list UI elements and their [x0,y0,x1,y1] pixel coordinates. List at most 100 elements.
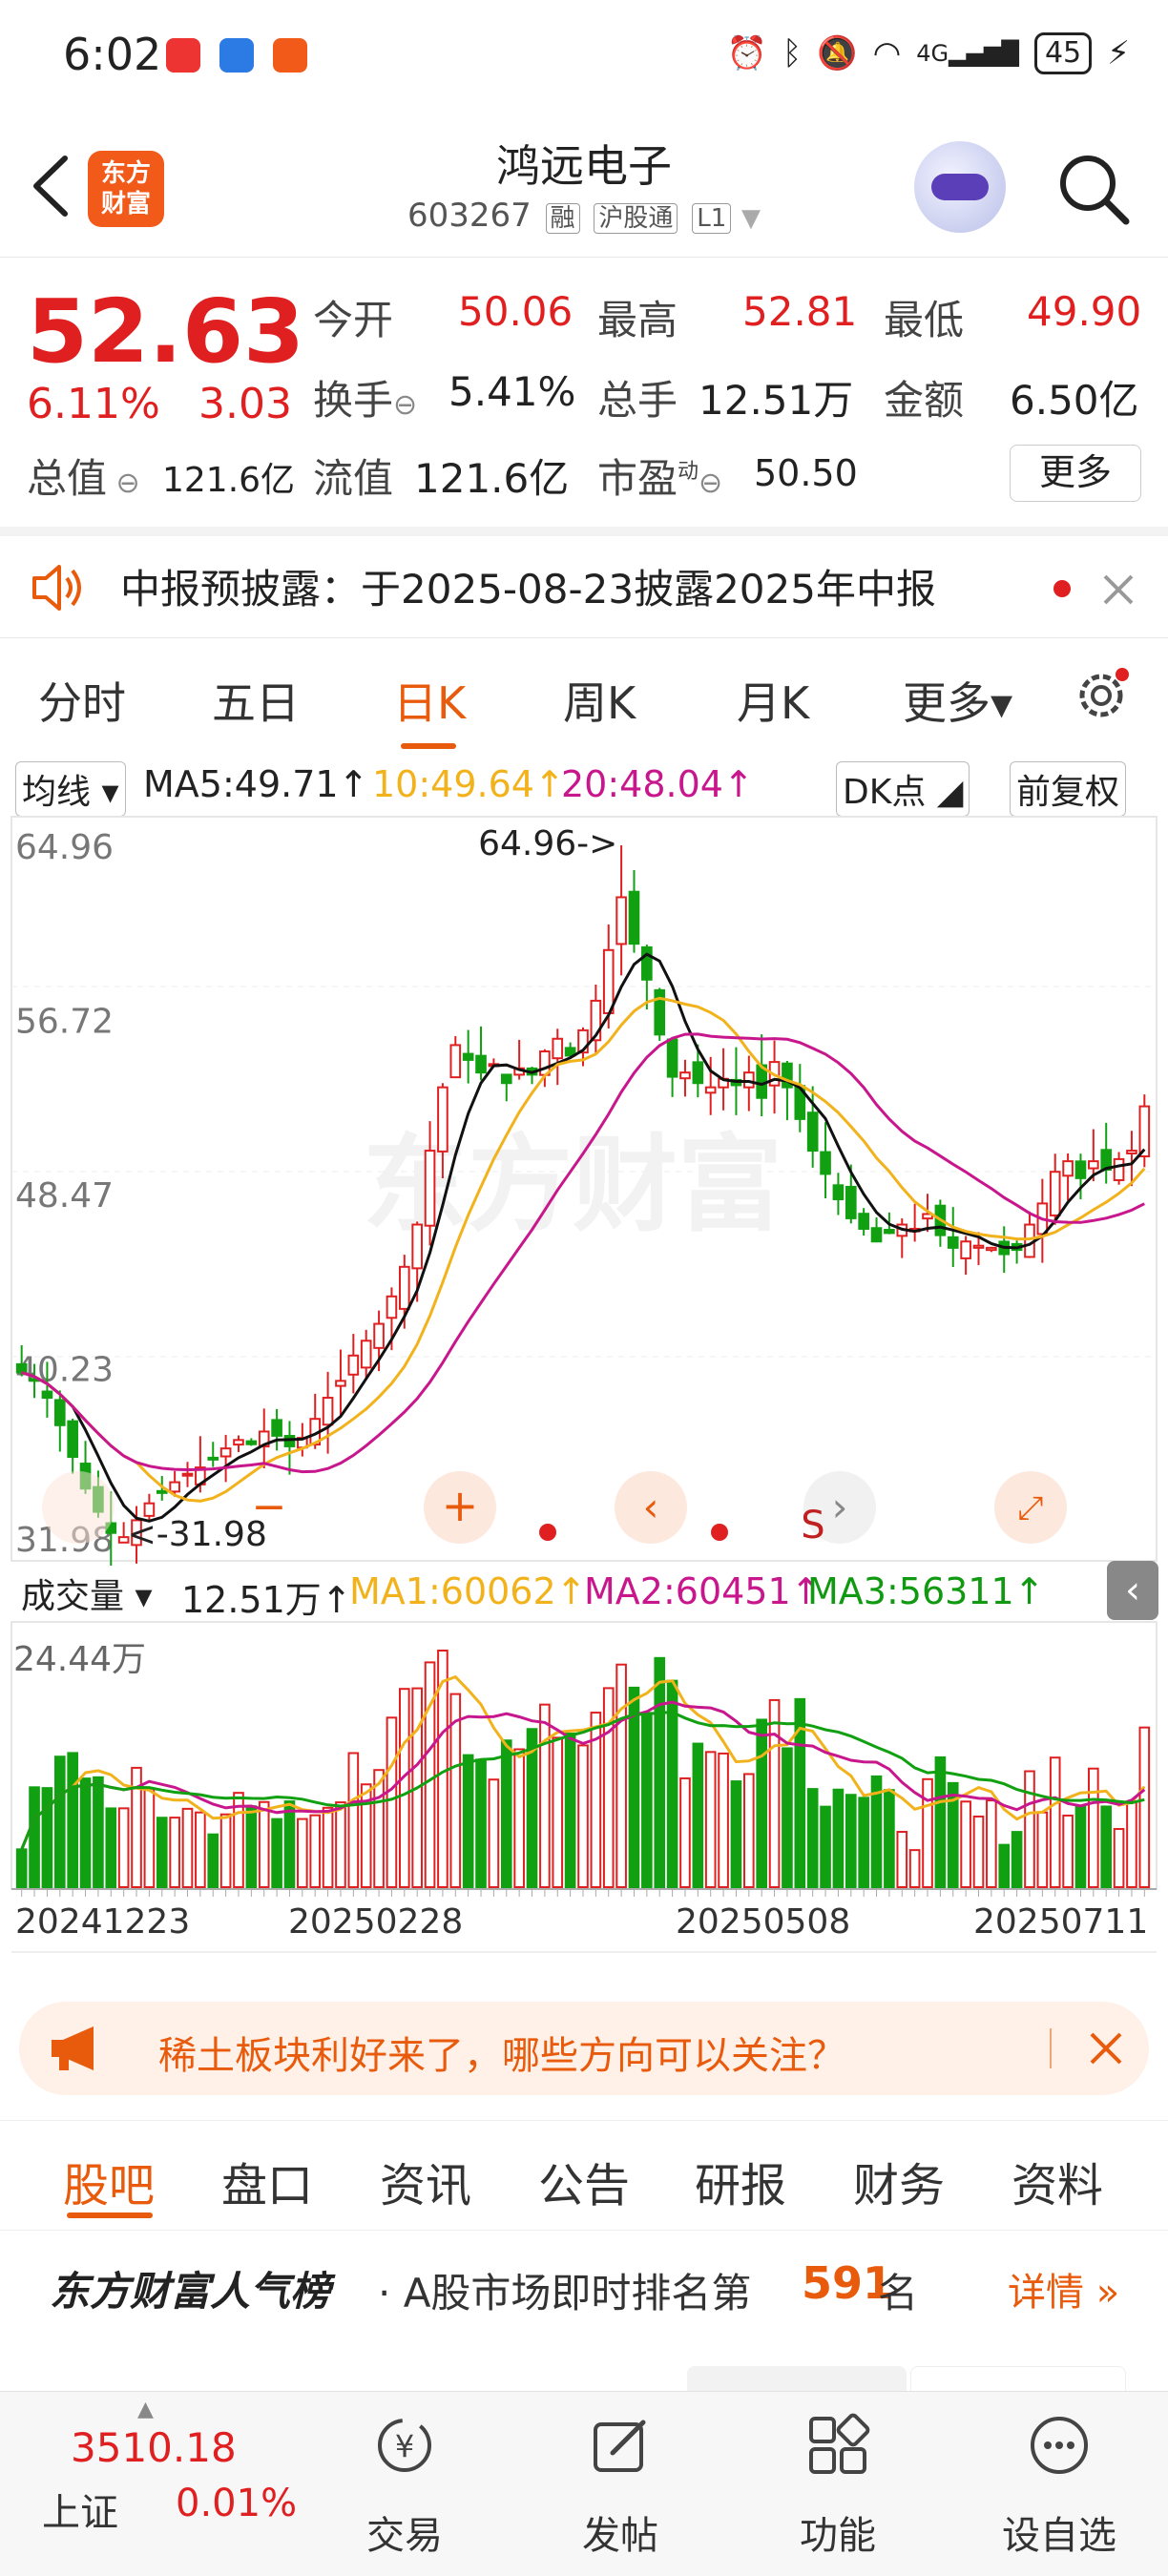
tab-five-day[interactable]: 五日 [212,669,300,732]
volume-bar-up [577,1744,589,1888]
volume-bar-up [896,1831,908,1889]
tab-profile[interactable]: 资料 [1012,2148,1103,2214]
chevron-right-icon: › [832,1484,848,1530]
candle-down [271,1419,282,1437]
stock-code: 603267 [407,197,532,235]
signal-dot [539,1524,556,1541]
candle-up [986,1246,997,1252]
volume-bar-up [322,1806,334,1889]
level-tag: L1 [692,203,732,234]
turnover-label: 换手⊖ [313,377,418,424]
tab-announcements[interactable]: 公告 [538,2148,630,2214]
volume-bar-up [1036,1811,1049,1889]
tab-news[interactable]: 资讯 [380,2148,471,2214]
notification-app-icon [166,38,200,73]
low-label: 最低 [884,297,965,343]
candle-up [1138,1105,1151,1158]
volume-indicator-bar: 成交量 ▾ 12.51万↑ MA1:60062↑ MA2:60451↑ MA3:… [0,1561,1168,1621]
volume-bar-down [105,1807,117,1888]
float-value: 121.6亿 [414,455,570,502]
content-tabs: 股吧 盘口 资讯 公告 研报 财务 资料 [0,2120,1168,2231]
candle-up [411,1223,423,1270]
volume-bar-down [654,1656,666,1888]
nav-functions[interactable]: 功能 [752,2392,924,2576]
candle-up [398,1265,410,1310]
promo-banner[interactable]: 稀土板块利好来了，哪些方向可以关注？ [19,2002,1149,2095]
volume-bar-down [858,1797,869,1889]
volume-bar-down [756,1718,768,1888]
tab-more[interactable]: 更多▾ [903,669,1012,732]
volume-bar-down [832,1788,845,1888]
tab-guba[interactable]: 股吧 [63,2148,155,2214]
rank-detail-link[interactable]: 详情 » [1008,2261,1119,2316]
volume-bar-up [181,1807,194,1889]
tab-pankou[interactable]: 盘口 [221,2148,313,2214]
close-icon[interactable] [1101,572,1136,607]
divider [1050,2028,1052,2068]
tab-intraday[interactable]: 分时 [38,669,126,732]
volume-bar-down [641,1712,653,1888]
kline-chart[interactable]: 东方财富 64.9656.7248.4740.2331.98 64.96-><-… [0,754,1168,1984]
volume-bar-up [513,1748,525,1889]
volume-bar-up [117,1807,130,1889]
sell-marker: S [801,1504,824,1548]
more-quote-button[interactable]: 更多 [1010,445,1141,502]
index-change: 0.01% [176,2482,298,2525]
settings-gear-icon[interactable] [1073,667,1130,724]
active-tab-underline [401,743,456,749]
candle-up [1113,1157,1125,1181]
tab-monthly-k[interactable]: 月K [737,669,809,732]
tab-finance[interactable]: 财务 [853,2148,945,2214]
mktcap-label: 总值 ⊖ [27,455,140,502]
candle-down [156,1489,168,1494]
y-axis-label: 56.72 [15,1002,114,1041]
notice-bar[interactable]: 中报预披露：于2025-08-23披露2025年中报 [0,527,1168,637]
nav-trade[interactable]: ¥ 交易 [319,2392,490,2576]
candle-down [245,1440,258,1445]
tab-daily-k[interactable]: 日K [393,669,466,732]
rank-brand: 东方财富人气榜 [50,2268,331,2315]
unread-dot [1053,580,1071,597]
candle-up [972,1244,985,1249]
popularity-rank-row[interactable]: 东方财富人气榜 · A股市场即时排名第 591 名 详情 » [0,2231,1168,2336]
tab-research[interactable]: 研报 [695,2148,786,2214]
y-axis-label: 64.96 [15,828,114,867]
mktcap-value: 121.6亿 [162,461,296,500]
vol-ma1: MA1:60062↑ [349,1570,587,1612]
candle-down [475,1054,487,1074]
status-time: 6:02 [63,29,162,80]
close-icon[interactable] [1088,2030,1124,2067]
candle-up [679,1071,691,1080]
candle-up [335,1380,346,1387]
tab-weekly-k[interactable]: 周K [563,669,636,732]
assistant-robot-icon[interactable] [914,141,1006,233]
more-dots-icon [1031,2417,1088,2474]
candle-down [53,1399,66,1426]
volume-bar-down [1011,1831,1023,1889]
bottom-navigation: 3510.18 上证 0.01% ▲ ¥ 交易 发帖 功能 设自选 [0,2391,1168,2576]
candle-up [143,1502,156,1517]
volume-bar-up [219,1813,232,1889]
rank-prefix: · A股市场即时排名第 [378,2270,752,2316]
zoom-out-left-button [42,1471,115,1544]
volume-bar-up [922,1777,933,1888]
chevron-up-icon: ▲ [137,2398,154,2421]
volume-indicator-select[interactable]: 成交量 ▾ [15,1567,158,1620]
edit-icon [594,2420,646,2472]
nav-post[interactable]: 发帖 [534,2392,706,2576]
index-value: 3510.18 [71,2424,237,2471]
index-widget[interactable]: 3510.18 上证 0.01% ▲ [0,2392,297,2576]
volume-max-label: 24.44万 [13,1640,147,1679]
open-value: 50.06 [458,288,574,335]
zoom-in-icon: + [442,1480,479,1531]
volume-bar-up [704,1751,717,1889]
pe-value: 50.50 [754,452,858,494]
nav-add-watchlist[interactable]: 设自选 [973,2392,1145,2576]
search-icon[interactable] [1055,151,1132,227]
ma20-line [21,1032,1145,1474]
candle-up [615,896,627,945]
volume-bar-up [424,1661,436,1889]
info-icon: ⊖ [107,467,140,500]
expand-icon: ⤢ [1017,1489,1043,1527]
candle-down [641,945,653,981]
